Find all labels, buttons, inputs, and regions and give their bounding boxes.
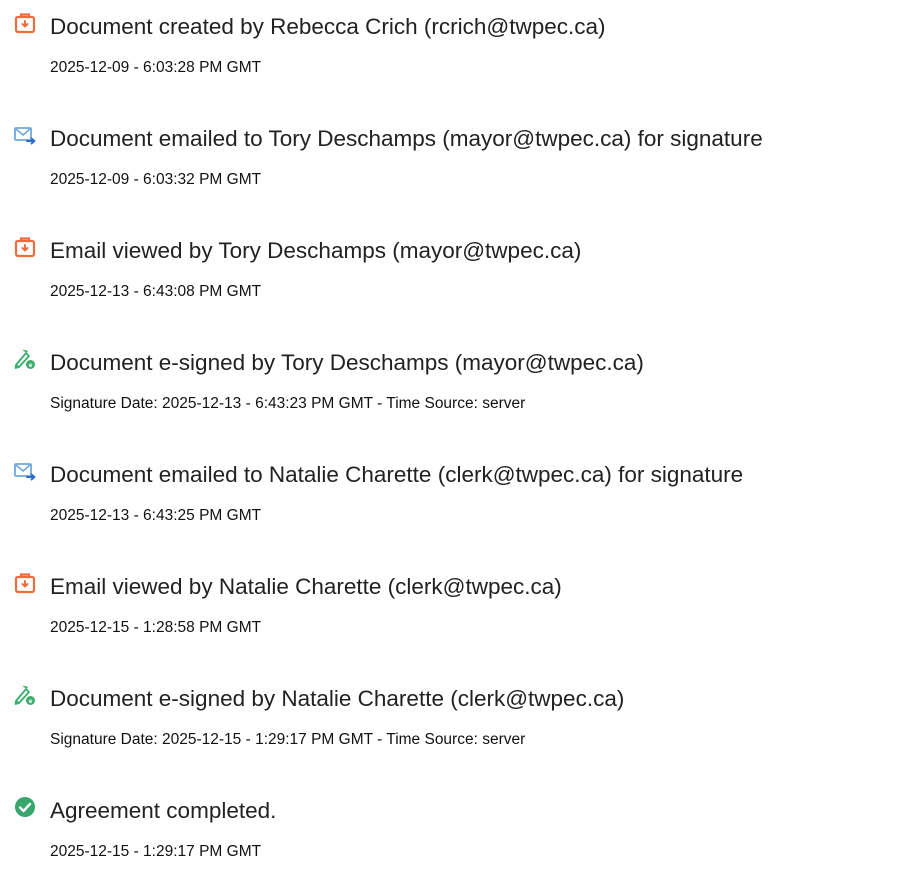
event-timestamp: 2025-12-15 - 1:29:17 PM GMT — [50, 843, 262, 860]
document-created-icon — [14, 12, 36, 34]
email-viewed-icon — [14, 572, 36, 594]
email-sent-icon — [14, 460, 36, 482]
event-signature-date: Signature Date: 2025-12-15 - 1:29:17 PM … — [50, 731, 526, 748]
event-timestamp: 2025-12-09 - 6:03:28 PM GMT — [50, 59, 262, 76]
event-title: Document emailed to Natalie Charette (cl… — [50, 462, 744, 487]
audit-history-list: Document created by Rebecca Crich (rcric… — [0, 0, 898, 884]
audit-event-agreement-completed: Agreement completed. 2025-12-15 - 1:29:1… — [0, 796, 898, 886]
event-timestamp: 2025-12-13 - 6:43:25 PM GMT — [50, 507, 262, 524]
esign-pen-icon: e — [14, 684, 36, 706]
event-timestamp: 2025-12-09 - 6:03:32 PM GMT — [50, 171, 262, 188]
audit-event-email-viewed: Email viewed by Natalie Charette (clerk@… — [0, 572, 898, 662]
audit-event-document-esigned: e Document e-signed by Natalie Charette … — [0, 684, 898, 774]
event-title: Document e-signed by Tory Deschamps (may… — [50, 350, 644, 375]
event-timestamp: 2025-12-15 - 1:28:58 PM GMT — [50, 619, 262, 636]
svg-text:e: e — [29, 362, 33, 369]
audit-event-document-created: Document created by Rebecca Crich (rcric… — [0, 12, 898, 102]
event-signature-date: Signature Date: 2025-12-13 - 6:43:23 PM … — [50, 395, 526, 412]
event-timestamp: 2025-12-13 - 6:43:08 PM GMT — [50, 283, 262, 300]
svg-text:e: e — [29, 698, 33, 705]
event-title: Agreement completed. — [50, 798, 277, 823]
audit-event-document-emailed: Document emailed to Tory Deschamps (mayo… — [0, 124, 898, 214]
audit-event-document-esigned: e Document e-signed by Tory Deschamps (m… — [0, 348, 898, 438]
checkmark-circle-icon — [14, 796, 36, 818]
audit-event-document-emailed: Document emailed to Natalie Charette (cl… — [0, 460, 898, 550]
event-title: Email viewed by Natalie Charette (clerk@… — [50, 574, 562, 599]
event-title: Document emailed to Tory Deschamps (mayo… — [50, 126, 763, 151]
event-title: Document created by Rebecca Crich (rcric… — [50, 14, 606, 39]
email-viewed-icon — [14, 236, 36, 258]
event-title: Document e-signed by Natalie Charette (c… — [50, 686, 625, 711]
esign-pen-icon: e — [14, 348, 36, 370]
email-sent-icon — [14, 124, 36, 146]
event-title: Email viewed by Tory Deschamps (mayor@tw… — [50, 238, 582, 263]
audit-event-email-viewed: Email viewed by Tory Deschamps (mayor@tw… — [0, 236, 898, 326]
